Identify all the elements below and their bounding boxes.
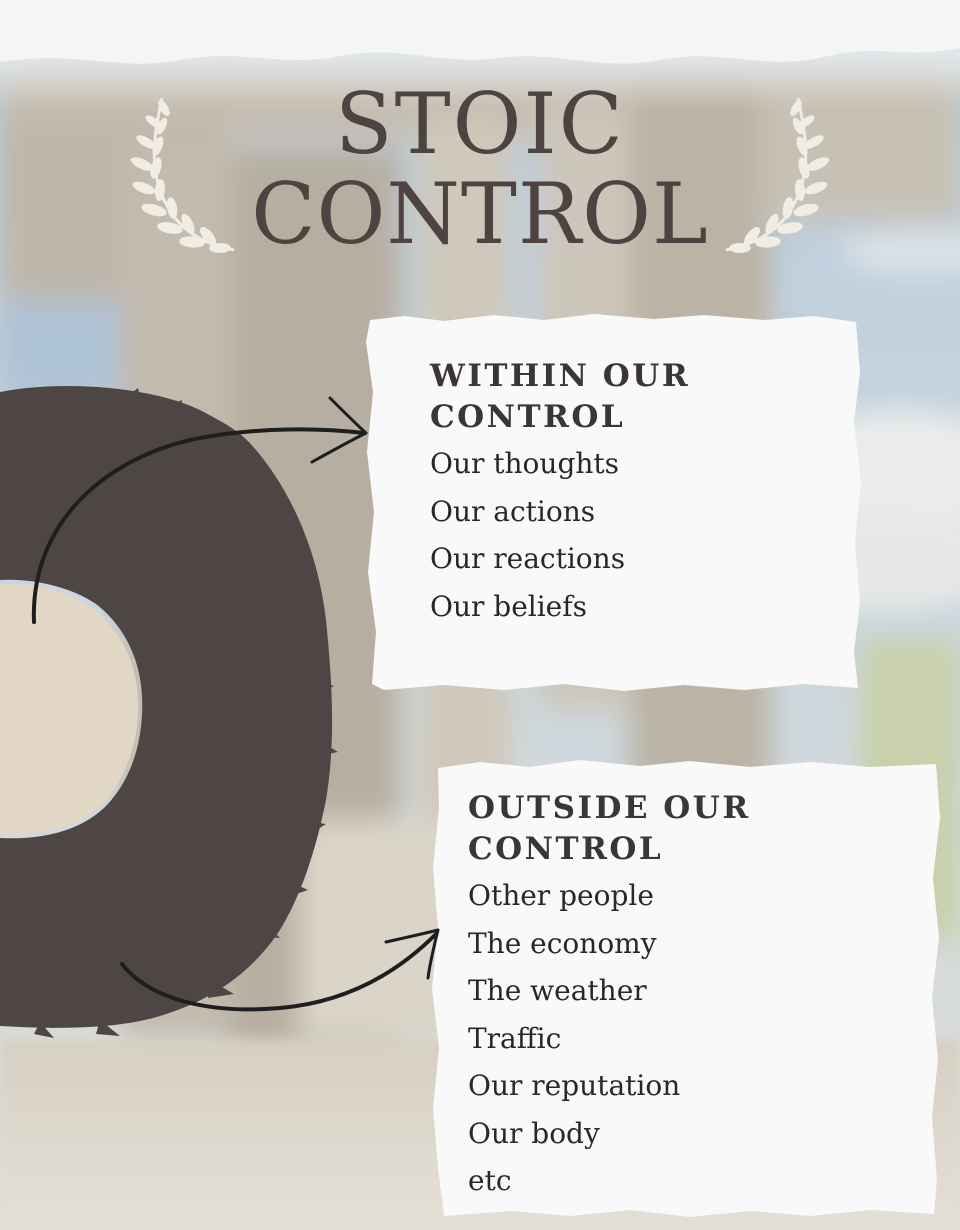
within-list: Our thoughts Our actions Our reactions O…	[430, 440, 690, 630]
outside-item-reputation: Our reputation	[468, 1069, 681, 1102]
within-heading: WITHIN OUR CONTROL	[430, 356, 690, 438]
within-heading-line-2: CONTROL	[430, 399, 626, 435]
outside-item-other-people: Other people	[468, 879, 654, 912]
within-item-reactions: Our reactions	[430, 542, 626, 575]
outside-item-weather: The weather	[468, 974, 647, 1007]
title-line-2: CONTROL	[251, 165, 709, 263]
outside-item-etc: etc	[468, 1164, 512, 1197]
within-item-actions: Our actions	[430, 494, 596, 528]
infographic: STOIC CONTROL WITHIN OUR CONTROL Our tho…	[0, 0, 960, 1230]
within-heading-line-1: WITHIN OUR	[430, 358, 691, 394]
outside-heading: OUTSIDE OUR CONTROL	[468, 788, 751, 870]
title-line-1: STOIC	[335, 75, 625, 173]
within-control-card: WITHIN OUR CONTROL Our thoughts Our acti…	[364, 312, 862, 694]
within-item-thoughts: Our thoughts	[430, 447, 620, 480]
outside-control-card: OUTSIDE OUR CONTROL Other people The eco…	[430, 758, 942, 1218]
outside-item-economy: The economy	[468, 926, 657, 960]
outside-item-traffic: Traffic	[468, 1021, 562, 1055]
outside-heading-line-2: CONTROL	[468, 831, 664, 867]
within-item-beliefs: Our beliefs	[430, 589, 587, 623]
control-ring	[0, 386, 338, 1038]
outside-item-body: Our body	[468, 1116, 600, 1150]
outside-list: Other people The economy The weather Tra…	[468, 872, 751, 1205]
outside-heading-line-1: OUTSIDE OUR	[468, 790, 751, 826]
